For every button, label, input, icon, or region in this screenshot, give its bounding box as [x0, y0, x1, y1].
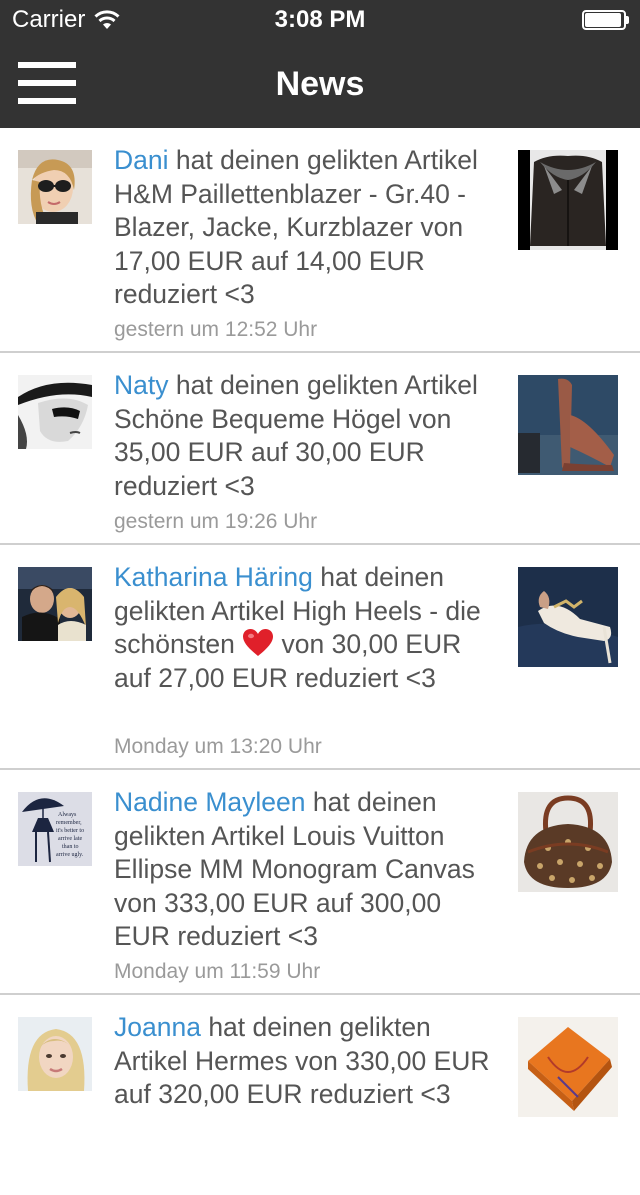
- user-avatar[interactable]: Always remember, it's better to arrive l…: [18, 792, 92, 866]
- notification-text: Dani hat deinen gelikten Artikel H&M Pai…: [114, 144, 504, 312]
- notification-timestamp: Monday um 11:59 Uhr: [114, 960, 321, 983]
- notification-message: hat deinen gelikten Artikel H&M Paillett…: [114, 145, 478, 309]
- notification-text: Naty hat deinen gelikten Artikel Schöne …: [114, 369, 504, 503]
- svg-text:arrive ugly.: arrive ugly.: [56, 852, 84, 858]
- battery-icon: [582, 10, 629, 30]
- feed-item[interactable]: Katharina Häring hat deinen gelikten Art…: [0, 545, 640, 770]
- feed-item[interactable]: Always remember, it's better to arrive l…: [0, 770, 640, 995]
- notification-text: Joanna hat deinen gelikten Artikel Herme…: [114, 1011, 504, 1112]
- status-time: 3:08 PM: [274, 6, 366, 33]
- page-title: News: [275, 65, 365, 103]
- svg-text:than to: than to: [62, 844, 79, 850]
- user-avatar[interactable]: [18, 567, 92, 641]
- product-thumbnail[interactable]: [518, 567, 618, 667]
- notification-message: hat deinen gelikten Artikel Schöne Beque…: [114, 370, 478, 501]
- product-thumbnail[interactable]: [518, 792, 618, 892]
- feed-item[interactable]: Naty hat deinen gelikten Artikel Schöne …: [0, 353, 640, 545]
- notification-timestamp: gestern um 12:52 Uhr: [114, 318, 318, 341]
- user-avatar[interactable]: [18, 150, 92, 224]
- user-name-link[interactable]: Katharina Häring: [114, 562, 313, 592]
- user-name-link[interactable]: Nadine Mayleen: [114, 787, 306, 817]
- svg-text:Always: Always: [58, 812, 77, 818]
- user-name-link[interactable]: Naty: [114, 370, 169, 400]
- feed-item[interactable]: Dani hat deinen gelikten Artikel H&M Pai…: [0, 128, 640, 353]
- product-thumbnail[interactable]: [518, 1017, 618, 1117]
- status-bar: Carrier 3:08 PM: [0, 0, 640, 40]
- notification-text: Katharina Häring hat deinen gelikten Art…: [114, 561, 504, 695]
- user-avatar[interactable]: [18, 375, 92, 449]
- news-feed: Dani hat deinen gelikten Artikel H&M Pai…: [0, 128, 640, 1195]
- user-avatar[interactable]: [18, 1017, 92, 1091]
- notification-timestamp: Monday um 13:20 Uhr: [114, 735, 322, 758]
- feed-item[interactable]: Joanna hat deinen gelikten Artikel Herme…: [0, 995, 640, 1195]
- navigation-bar: News: [0, 40, 640, 128]
- product-thumbnail[interactable]: [518, 150, 618, 250]
- user-name-link[interactable]: Joanna: [114, 1012, 201, 1042]
- heart-icon: [242, 628, 274, 658]
- user-name-link[interactable]: Dani: [114, 145, 169, 175]
- svg-text:it's better to: it's better to: [56, 828, 84, 834]
- product-thumbnail[interactable]: [518, 375, 618, 475]
- notification-timestamp: gestern um 19:26 Uhr: [114, 510, 318, 533]
- svg-text:remember,: remember,: [56, 820, 82, 826]
- svg-text:arrive late: arrive late: [58, 836, 82, 842]
- notification-text: Nadine Mayleen hat deinen gelikten Artik…: [114, 786, 504, 954]
